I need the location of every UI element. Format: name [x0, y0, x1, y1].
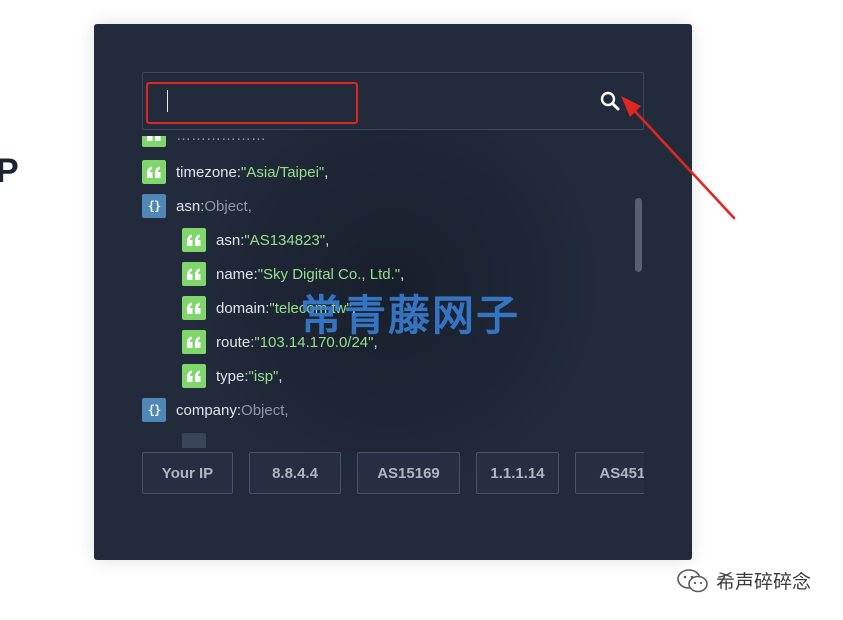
tree-row-partial: ………………: [142, 136, 266, 148]
wechat-attribution: 希声碎碎念: [676, 567, 811, 594]
tree-key: asn: [216, 231, 241, 249]
quote-icon: [182, 364, 206, 388]
tree-row-asn-object[interactable]: {} asn: Object,: [142, 193, 252, 219]
quote-icon: [182, 262, 206, 286]
page-heading-fragment: P: [0, 152, 19, 190]
tree-value: "Sky Digital Co., Ltd.": [257, 265, 401, 283]
search-icon: [600, 91, 620, 111]
search-box: [142, 72, 644, 130]
tree-value: "isp": [248, 367, 279, 385]
tree-key: company: [176, 401, 237, 419]
quote-icon: [182, 228, 206, 252]
chip-ip[interactable]: 1.1.1.14: [476, 452, 559, 494]
text-cursor: [167, 90, 168, 112]
quote-icon: [142, 160, 166, 184]
chip-ip[interactable]: 8.8.4.4: [249, 452, 341, 494]
braces-icon: {}: [142, 194, 166, 218]
braces-icon: {}: [142, 398, 166, 422]
ip-lookup-panel: ……………… timezone: "Asia/Taipei", {} asn: …: [94, 24, 692, 560]
tree-value: Object: [204, 197, 248, 215]
search-input[interactable]: [147, 83, 557, 117]
tree-comma: ,: [373, 333, 378, 351]
quote-icon: [142, 136, 166, 147]
tree-key: route: [216, 333, 251, 351]
tree-comma: ,: [400, 265, 405, 283]
tree-row-partial-bottom: [182, 432, 216, 448]
json-tree: ……………… timezone: "Asia/Taipei", {} asn: …: [94, 136, 692, 448]
tree-row-route[interactable]: route: "103.14.170.0/24",: [182, 329, 378, 355]
search-button[interactable]: [597, 88, 623, 114]
tree-row-type[interactable]: type: "isp",: [182, 363, 283, 389]
tree-comma: ,: [351, 299, 356, 317]
tree-key: asn: [176, 197, 201, 215]
chip-your-ip[interactable]: Your IP: [142, 452, 233, 494]
wechat-icon: [677, 568, 708, 592]
tree-value: "telecom.tw": [269, 299, 352, 317]
tree-value: Object: [241, 401, 285, 419]
tree-comma: ,: [278, 367, 283, 385]
tree-value: "AS134823": [244, 231, 326, 249]
tree-key: type: [216, 367, 245, 385]
tree-comma: ,: [324, 163, 329, 181]
quote-icon: [182, 433, 206, 448]
tree-comma: ,: [247, 197, 252, 215]
tree-comma: ,: [325, 231, 330, 249]
tree-row-partial-text: ………………: [176, 136, 266, 144]
tree-row-timezone[interactable]: timezone: "Asia/Taipei",: [142, 159, 328, 185]
tree-key: domain: [216, 299, 266, 317]
chip-asn[interactable]: AS15169: [357, 452, 460, 494]
tree-key: timezone: [176, 163, 237, 181]
wechat-account-name: 希声碎碎念: [716, 571, 812, 593]
tree-row-domain[interactable]: domain: "telecom.tw",: [182, 295, 356, 321]
example-chips: Your IP 8.8.4.4 AS15169 1.1.1.14 AS4519: [142, 452, 644, 496]
tree-key: name: [216, 265, 254, 283]
chip-asn[interactable]: AS4519: [575, 452, 644, 494]
tree-row-company-object[interactable]: {} company: Object,: [142, 397, 289, 423]
tree-value: "Asia/Taipei": [241, 163, 325, 181]
tree-row-asn[interactable]: asn: "AS134823",: [182, 227, 329, 253]
tree-comma: ,: [284, 401, 289, 419]
tree-value: "103.14.170.0/24": [254, 333, 374, 351]
tree-row-name[interactable]: name: "Sky Digital Co., Ltd.",: [182, 261, 404, 287]
quote-icon: [182, 296, 206, 320]
scrollbar-thumb[interactable]: [635, 198, 642, 272]
quote-icon: [182, 330, 206, 354]
